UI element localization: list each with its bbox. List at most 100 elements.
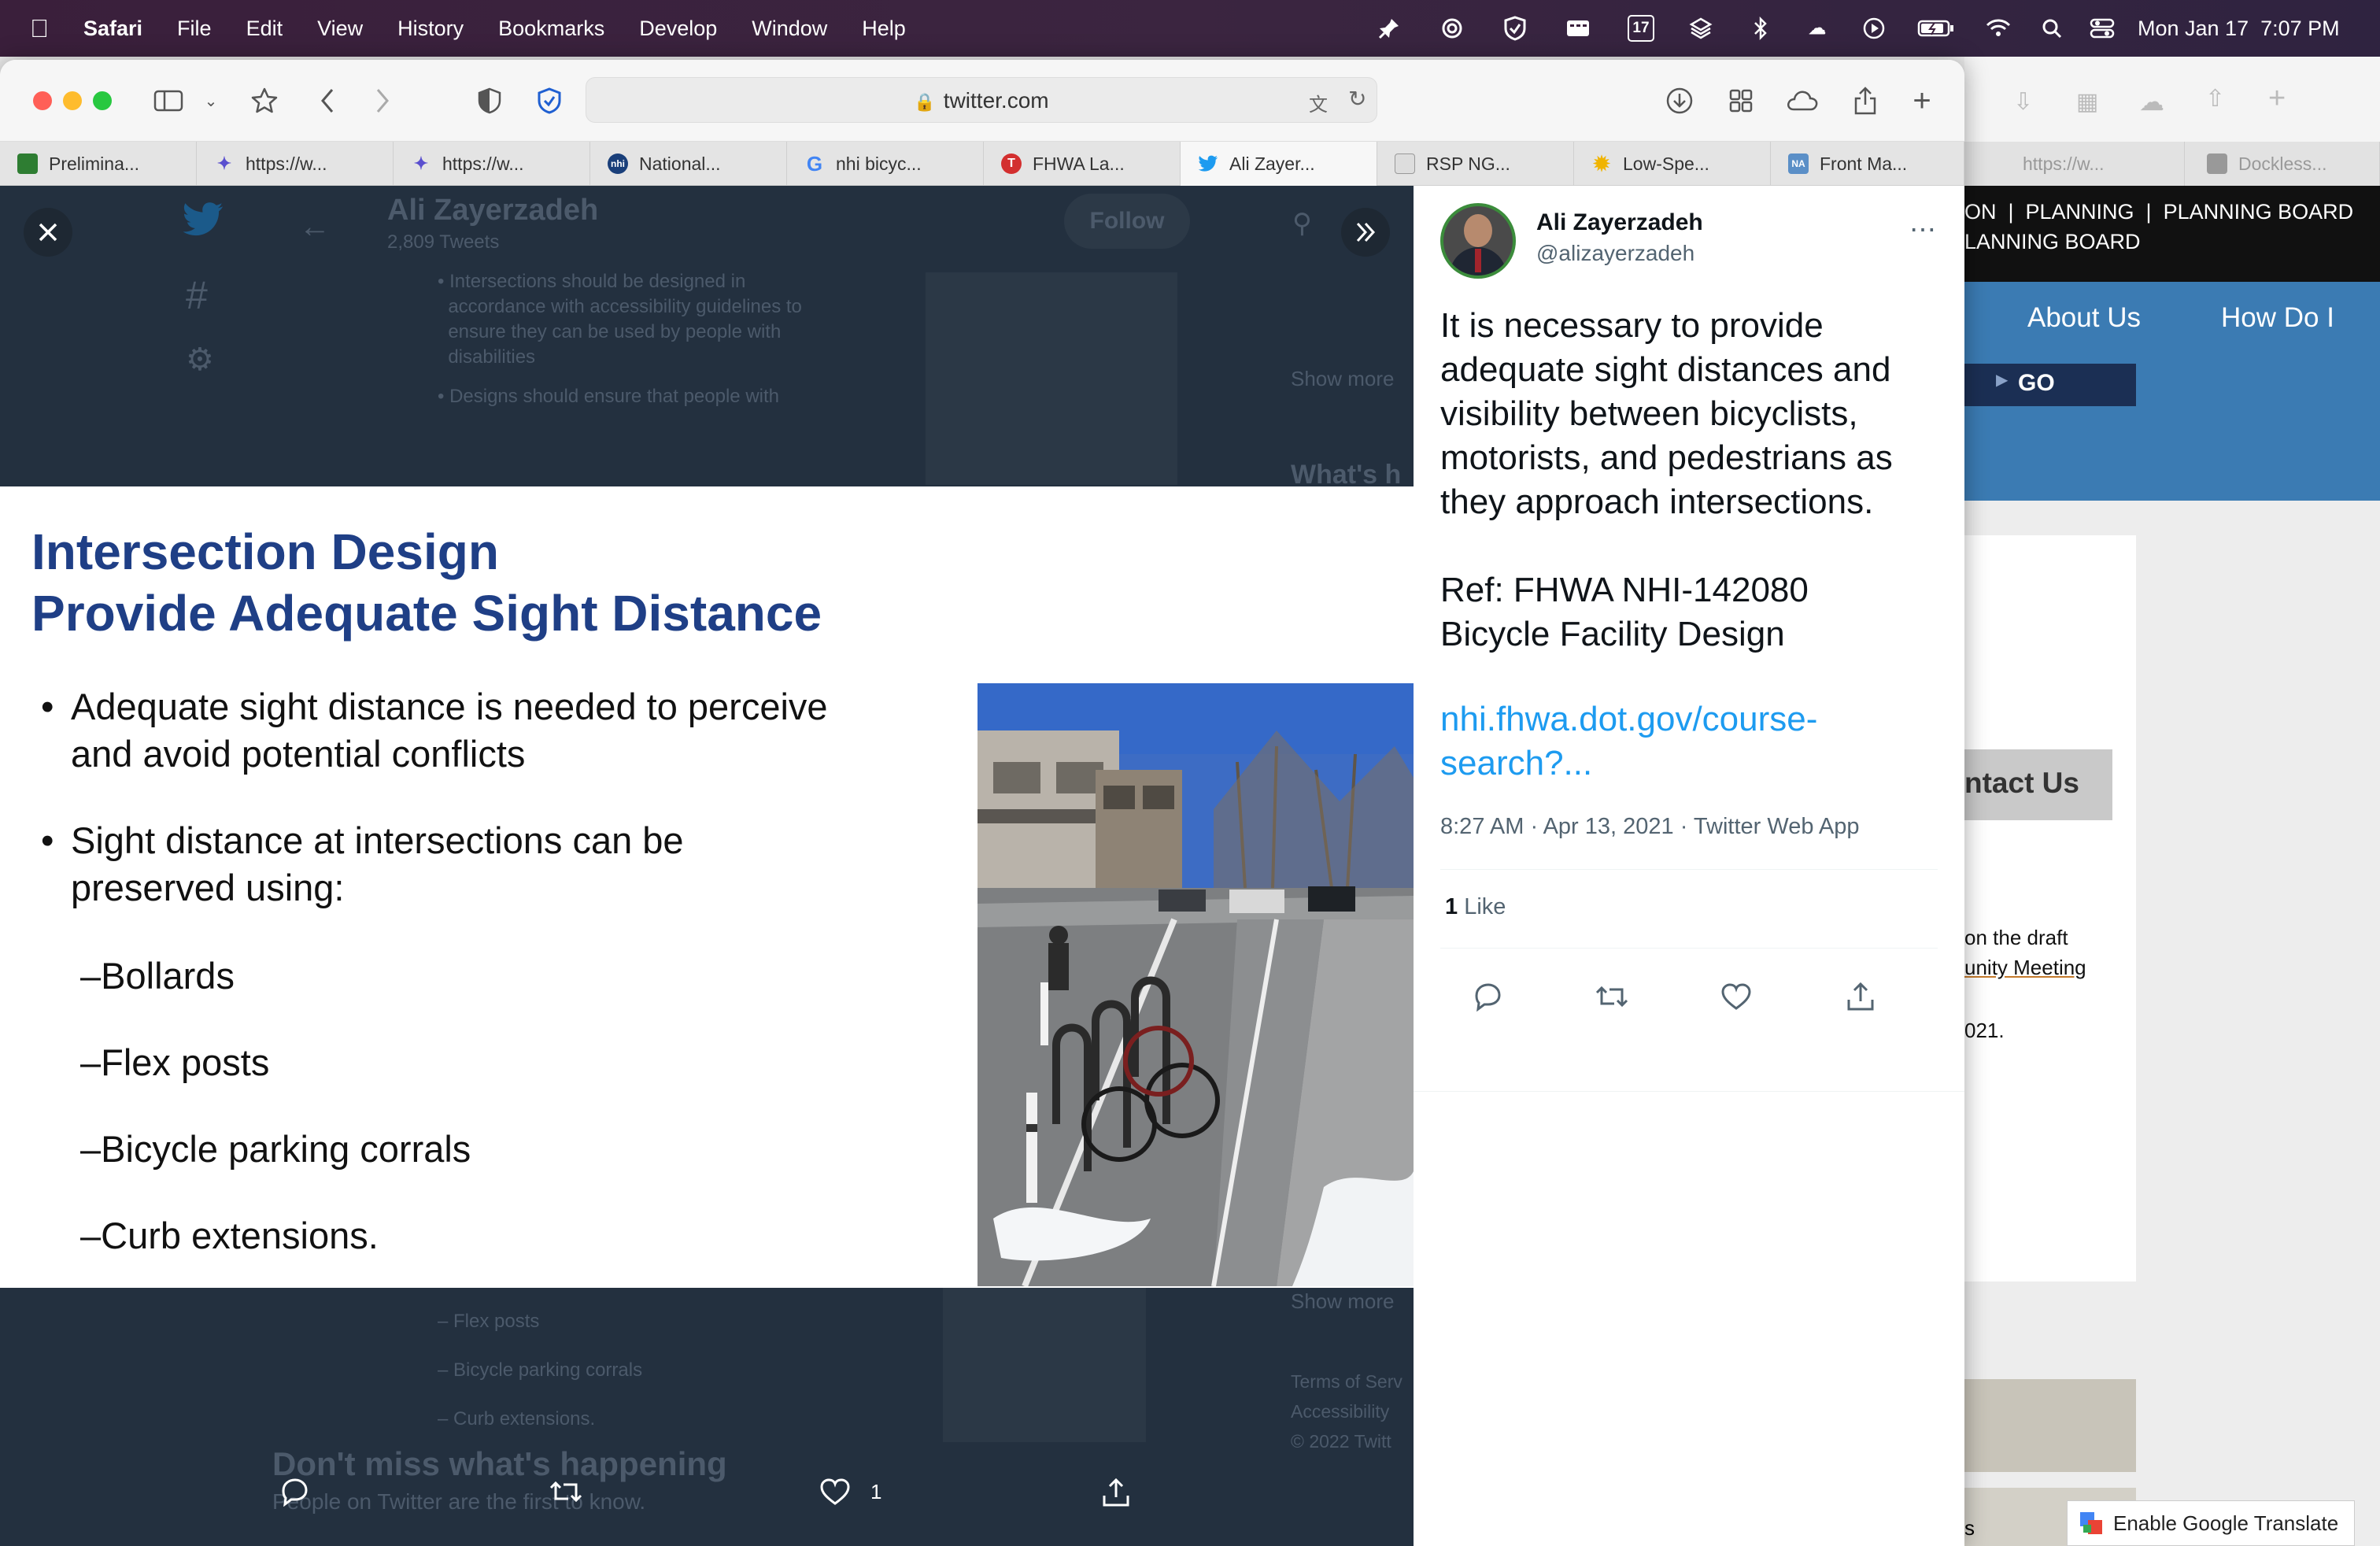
new-tab-icon[interactable]: + [2268,82,2286,116]
likes-summary[interactable]: 1 Like [1445,894,1506,920]
retweet-button[interactable] [548,1477,584,1507]
tab-https-1[interactable]: ✦ https://w... [197,142,394,186]
tab-bar: Prelimina... ✦ https://w... ✦ https://w.… [0,142,1964,186]
tab-ali-zayerzadeh[interactable]: Ali Zayer... [1181,142,1377,186]
tab-preliminary[interactable]: Prelimina... [0,142,197,186]
share-icon [1103,1478,1129,1507]
slide-image[interactable]: Intersection Design Provide Adequate Sig… [0,486,1414,1288]
tab-https-2[interactable]: ✦ https://w... [394,142,590,186]
privacy-shield-icon[interactable] [472,83,507,118]
background-tab[interactable]: https://w... [1964,142,2185,186]
tweet-timestamp[interactable]: 8:27 AM · Apr 13, 2021 · Twitter Web App [1440,814,1860,840]
go-button[interactable]: ▶ GO [1964,364,2136,406]
no-cloud-icon[interactable]: ☁ [1804,15,1831,42]
tab-nhi-bicycle-search[interactable]: G nhi bicyc... [787,142,984,186]
battery-icon[interactable] [1917,15,1955,42]
downloads-icon[interactable] [1662,83,1697,118]
menu-edit[interactable]: Edit [246,17,283,41]
bluetooth-icon[interactable] [1747,15,1774,42]
back-icon[interactable] [310,83,345,118]
spotlight-search-icon[interactable] [2038,15,2065,42]
address-bar[interactable]: 🔒 twitter.com 文 ↻ [586,77,1377,123]
share-icon[interactable]: ⇧ [2205,85,2225,113]
menu-bookmarks[interactable]: Bookmarks [498,17,604,41]
menu-file[interactable]: File [177,17,212,41]
menu-develop[interactable]: Develop [639,17,717,41]
divider [1414,1091,1964,1092]
tab-fhwa[interactable]: T FHWA La... [984,142,1181,186]
apple-menu-icon[interactable]:  [30,14,49,43]
new-tab-icon[interactable]: + [1905,83,1939,118]
menu-help[interactable]: Help [862,17,906,41]
tweet-panel: Ali Zayerzadeh @alizayerzadeh ⋯ It is ne… [1414,186,1964,1546]
calendar-icon[interactable]: 17 [1628,15,1654,42]
author-handle[interactable]: @alizayerzadeh [1536,241,1694,266]
like-button[interactable]: 1 [819,1477,881,1507]
download-icon[interactable]: ⇩ [2013,88,2033,116]
heart-icon [820,1478,850,1505]
twitter-logo-icon [181,202,225,242]
profile-name-dim: Ali Zayerzadeh [387,194,599,227]
reload-icon[interactable]: ↻ [1348,86,1366,112]
background-toolbar: ⇩ ▦ ☁ ⇧ + https://w... Dockless... [1964,57,2380,186]
background-tab[interactable]: Dockless... [2185,142,2380,186]
control-center-icon[interactable] [2089,15,2116,42]
follow-button-dim: Follow [1064,194,1190,249]
play-icon[interactable] [1861,15,1887,42]
menu-app-name[interactable]: Safari [83,17,142,41]
menu-history[interactable]: History [397,17,464,41]
layers-icon[interactable] [1687,15,1714,42]
menu-window[interactable]: Window [752,17,827,41]
avatar[interactable] [1440,203,1516,279]
toggle-panel-button[interactable] [1341,208,1390,257]
site-top-bar: ON | PLANNING | PLANNING BOARD LANNING B… [1964,186,2380,282]
favicon [2207,153,2227,174]
tweet-link[interactable]: nhi.fhwa.dot.gov/course- search?... [1440,697,1944,786]
menu-view[interactable]: View [317,17,363,41]
slide-subitem: –Bollards [80,955,235,997]
nav-how-do-i[interactable]: How Do I [2221,302,2334,334]
minimize-window-button[interactable] [63,91,82,110]
tab-front-matter[interactable]: NA Front Ma... [1771,142,1964,186]
tab-overview-icon[interactable]: ▦ [2076,88,2098,116]
community-meeting-link[interactable]: unity Meeting [1964,956,2086,980]
shield-check-icon[interactable] [1502,15,1528,42]
pin-icon[interactable] [1376,15,1402,42]
reply-button[interactable] [1464,973,1511,1020]
creative-cloud-icon[interactable] [1439,15,1465,42]
tab-low-speed[interactable]: ✹ Low-Spe... [1574,142,1771,186]
contact-us-button[interactable]: ntact Us [1964,749,2112,820]
google-translate-button[interactable]: Enable Google Translate [2067,1500,2355,1546]
nav-about-us[interactable]: About Us [2027,302,2141,334]
tab-national[interactable]: nhi National... [590,142,787,186]
share-tweet-button[interactable] [1837,973,1884,1020]
chevron-down-icon[interactable]: ⌄ [194,83,228,118]
site-topnav-line1[interactable]: ON | PLANNING | PLANNING BOARD [1964,200,2353,224]
lock-icon: 🔒 [914,92,936,112]
close-viewer-button[interactable] [24,208,72,257]
share-icon[interactable] [1848,83,1883,118]
like-button[interactable] [1713,973,1760,1020]
translate-icon[interactable]: 文 [1309,89,1328,117]
reply-button[interactable] [279,1477,310,1507]
sidebar-toggle-icon[interactable] [151,83,186,118]
site-topnav-line2[interactable]: LANNING BOARD [1964,230,2141,254]
icloud-icon[interactable]: ☁ [2139,87,2164,117]
author-name[interactable]: Ali Zayerzadeh [1536,209,1703,236]
bitwarden-icon[interactable] [532,83,567,118]
tab-overview-icon[interactable] [1724,83,1758,118]
tab-rsp-ng[interactable]: RSP NG... [1377,142,1574,186]
close-window-button[interactable] [33,91,52,110]
icloud-tabs-icon[interactable] [1785,83,1820,118]
retweet-button[interactable] [1588,973,1635,1020]
more-options-icon[interactable]: ⋯ [1909,214,1938,246]
window-grid-icon[interactable] [1565,15,1591,42]
share-tweet-button[interactable] [1100,1477,1132,1508]
bookmark-star-icon[interactable] [247,83,282,118]
background-tabstrip: https://w... Dockless... [1964,142,2380,186]
menu-clock[interactable]: Mon Jan 17 7:07 PM [2138,17,2340,41]
zoom-window-button[interactable] [93,91,112,110]
slide-subitem: –Bicycle parking corrals [80,1128,471,1170]
wifi-icon[interactable] [1985,15,2012,42]
forward-icon[interactable] [365,83,400,118]
